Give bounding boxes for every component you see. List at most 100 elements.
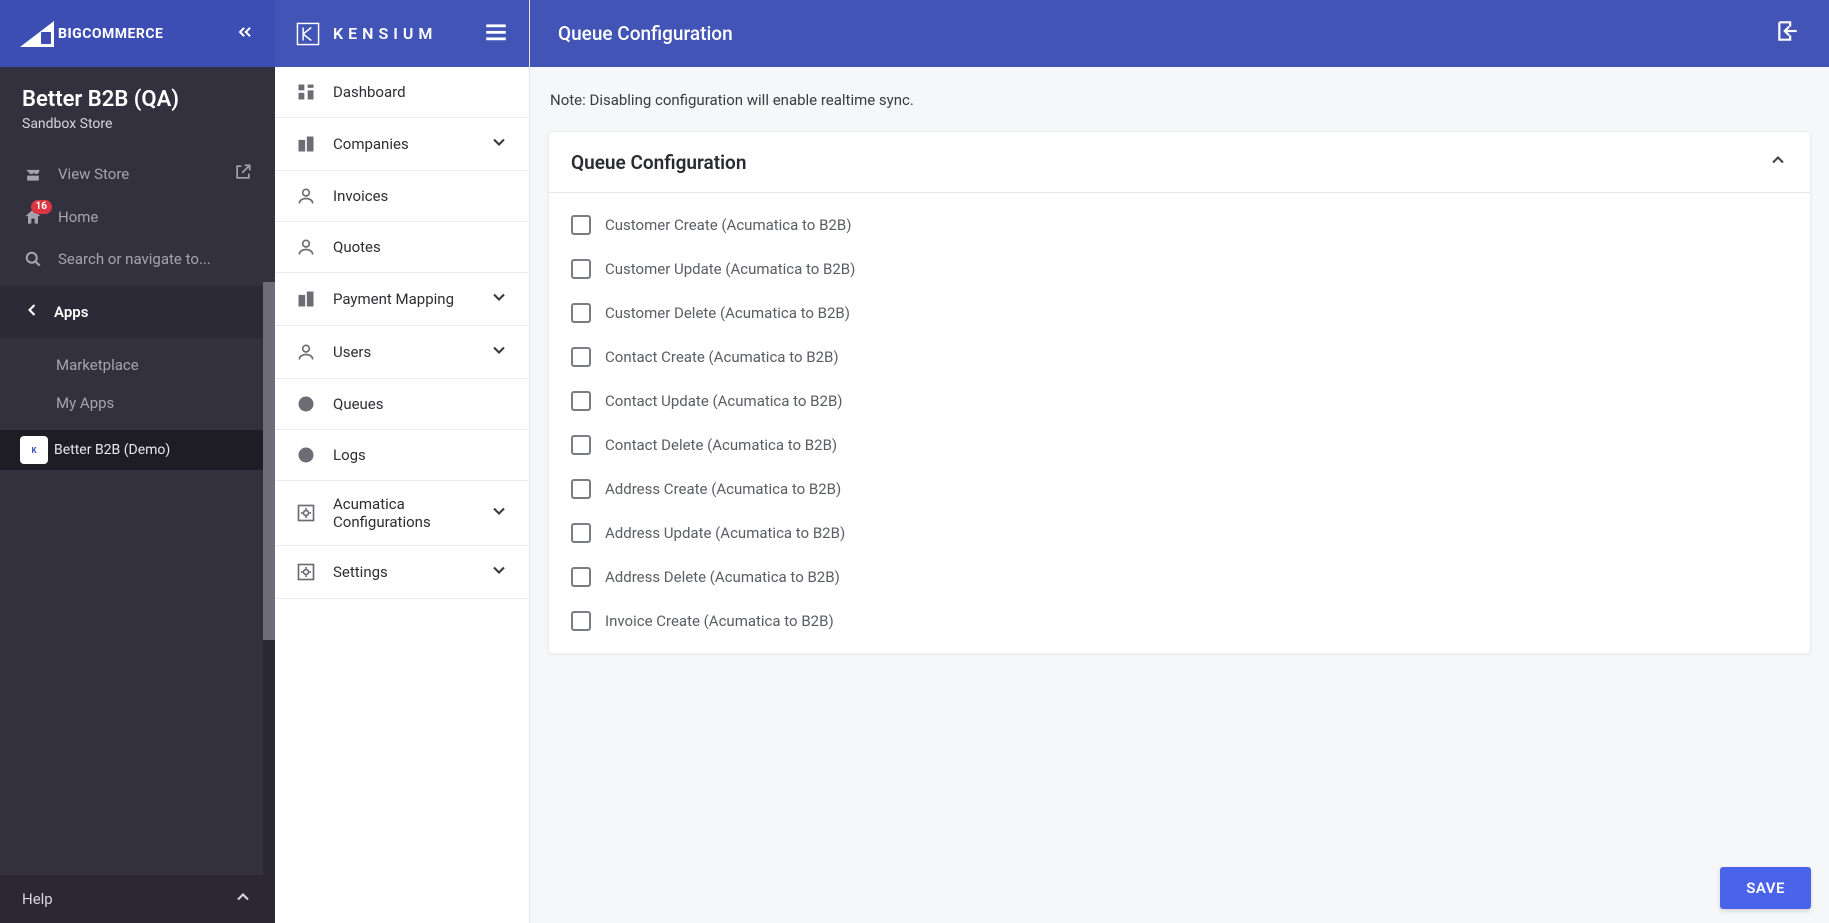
nav-my-apps[interactable]: My Apps: [0, 384, 275, 422]
queue-config-panel-header[interactable]: Queue Configuration: [549, 132, 1810, 193]
queue-option-checkbox[interactable]: [571, 347, 591, 367]
store-subtitle: Sandbox Store: [22, 116, 253, 132]
nav-marketplace[interactable]: Marketplace: [0, 346, 275, 384]
chevron-left-icon: [22, 300, 40, 324]
nav-queues-label: Queues: [333, 395, 509, 413]
nav-home[interactable]: 16 Home: [0, 196, 275, 238]
note-text: Note: Disabling configuration will enabl…: [548, 91, 1811, 109]
queue-option-label: Contact Delete (Acumatica to B2B): [605, 436, 837, 454]
queue-option-label: Contact Update (Acumatica to B2B): [605, 392, 843, 410]
nav-invoices-label: Invoices: [333, 187, 509, 205]
nav-payment-mapping-label: Payment Mapping: [333, 290, 473, 308]
nav-quotes-label: Quotes: [333, 238, 509, 256]
main-body: Note: Disabling configuration will enabl…: [530, 67, 1829, 923]
nav-companies-label: Companies: [333, 135, 473, 153]
kensium-menu-button[interactable]: [483, 19, 509, 49]
bigcommerce-sidebar: BIGCOMMERCE Better B2B (QA) Sandbox Stor…: [0, 0, 275, 923]
queue-option-row: Contact Delete (Acumatica to B2B): [549, 423, 1810, 467]
kensium-logo-icon: [295, 21, 321, 47]
main-content: Queue Configuration Note: Disabling conf…: [530, 0, 1829, 923]
nav-search[interactable]: Search or navigate to...: [0, 238, 275, 280]
home-icon: 16: [22, 206, 44, 228]
queue-option-label: Contact Create (Acumatica to B2B): [605, 348, 839, 366]
nav-view-store[interactable]: View Store: [0, 152, 275, 196]
logs-icon: [295, 444, 317, 466]
dashboard-icon: [295, 81, 317, 103]
queue-config-panel-title: Queue Configuration: [571, 151, 746, 174]
kensium-nav: Dashboard Companies Invoices Quotes Paym…: [275, 67, 529, 599]
queue-option-checkbox[interactable]: [571, 567, 591, 587]
payment-icon: [295, 288, 317, 310]
nav-apps-header[interactable]: Apps: [0, 286, 275, 338]
queue-config-panel: Queue Configuration Customer Create (Acu…: [548, 131, 1811, 654]
bigcommerce-logo-text: BIGCOMMERCE: [58, 26, 163, 42]
nav-logs-label: Logs: [333, 446, 509, 464]
hamburger-icon: [483, 19, 509, 45]
nav-acumatica-configs[interactable]: Acumatica Configurations: [275, 481, 529, 546]
queue-option-checkbox[interactable]: [571, 215, 591, 235]
queue-config-option-list: Customer Create (Acumatica to B2B) Custom…: [549, 193, 1810, 653]
queue-option-checkbox[interactable]: [571, 303, 591, 323]
store-info-block: Better B2B (QA) Sandbox Store: [0, 67, 275, 146]
chevron-up-icon: [1768, 150, 1788, 174]
queue-option-row: Customer Create (Acumatica to B2B): [549, 203, 1810, 247]
nav-payment-mapping[interactable]: Payment Mapping: [275, 273, 529, 326]
nav-help-label: Help: [22, 890, 53, 908]
queue-option-label: Address Create (Acumatica to B2B): [605, 480, 841, 498]
nav-quotes[interactable]: Quotes: [275, 222, 529, 273]
nav-active-app[interactable]: K Better B2B (Demo): [0, 430, 275, 470]
apps-sublist: Marketplace My Apps: [0, 338, 275, 430]
queue-option-checkbox[interactable]: [571, 479, 591, 499]
sidebar-scrollbar[interactable]: [263, 282, 275, 875]
queue-option-label: Customer Update (Acumatica to B2B): [605, 260, 855, 278]
settings-icon: [295, 561, 317, 583]
queue-option-checkbox[interactable]: [571, 391, 591, 411]
nav-users[interactable]: Users: [275, 326, 529, 379]
kensium-brand-row: KENSIUM: [275, 0, 529, 67]
queue-option-label: Address Delete (Acumatica to B2B): [605, 568, 840, 586]
nav-settings[interactable]: Settings: [275, 546, 529, 599]
bigcommerce-logo-icon: [20, 21, 54, 47]
search-icon: [22, 248, 44, 270]
queue-option-checkbox[interactable]: [571, 435, 591, 455]
external-link-icon: [233, 162, 253, 186]
nav-help[interactable]: Help: [0, 875, 275, 923]
queue-option-row: Contact Create (Acumatica to B2B): [549, 335, 1810, 379]
nav-logs[interactable]: Logs: [275, 430, 529, 481]
nav-settings-label: Settings: [333, 563, 473, 581]
exit-to-app-button[interactable]: [1775, 18, 1801, 49]
store-name: Better B2B (QA): [22, 87, 253, 112]
collapse-sidebar-button[interactable]: [235, 22, 255, 46]
users-icon: [295, 341, 317, 363]
nav-active-app-label: Better B2B (Demo): [54, 442, 170, 458]
nav-queues[interactable]: Queues: [275, 379, 529, 430]
nav-invoices[interactable]: Invoices: [275, 171, 529, 222]
bigcommerce-logo: BIGCOMMERCE: [20, 21, 163, 47]
nav-users-label: Users: [333, 343, 473, 361]
quotes-icon: [295, 236, 317, 258]
chevron-down-icon: [489, 560, 509, 584]
save-button[interactable]: SAVE: [1720, 867, 1811, 909]
nav-dashboard[interactable]: Dashboard: [275, 67, 529, 118]
nav-home-label: Home: [58, 208, 253, 226]
queue-option-checkbox[interactable]: [571, 259, 591, 279]
chevron-double-left-icon: [235, 22, 255, 42]
nav-search-placeholder: Search or navigate to...: [58, 250, 253, 268]
sidebar-scrollbar-thumb[interactable]: [263, 282, 275, 640]
queue-option-row: Address Create (Acumatica to B2B): [549, 467, 1810, 511]
nav-apps-label: Apps: [54, 303, 88, 321]
queues-icon: [295, 393, 317, 415]
primary-nav: View Store 16 Home Search or navigate to…: [0, 146, 275, 286]
queue-option-checkbox[interactable]: [571, 611, 591, 631]
page-header: Queue Configuration: [530, 0, 1829, 67]
kensium-logo-text: KENSIUM: [333, 24, 437, 43]
nav-view-store-label: View Store: [58, 165, 219, 183]
queue-option-label: Address Update (Acumatica to B2B): [605, 524, 845, 542]
queue-option-row: Contact Update (Acumatica to B2B): [549, 379, 1810, 423]
queue-option-checkbox[interactable]: [571, 523, 591, 543]
companies-icon: [295, 133, 317, 155]
invoices-icon: [295, 185, 317, 207]
nav-companies[interactable]: Companies: [275, 118, 529, 171]
store-icon: [22, 163, 44, 185]
bigcommerce-brand-row: BIGCOMMERCE: [0, 0, 275, 67]
